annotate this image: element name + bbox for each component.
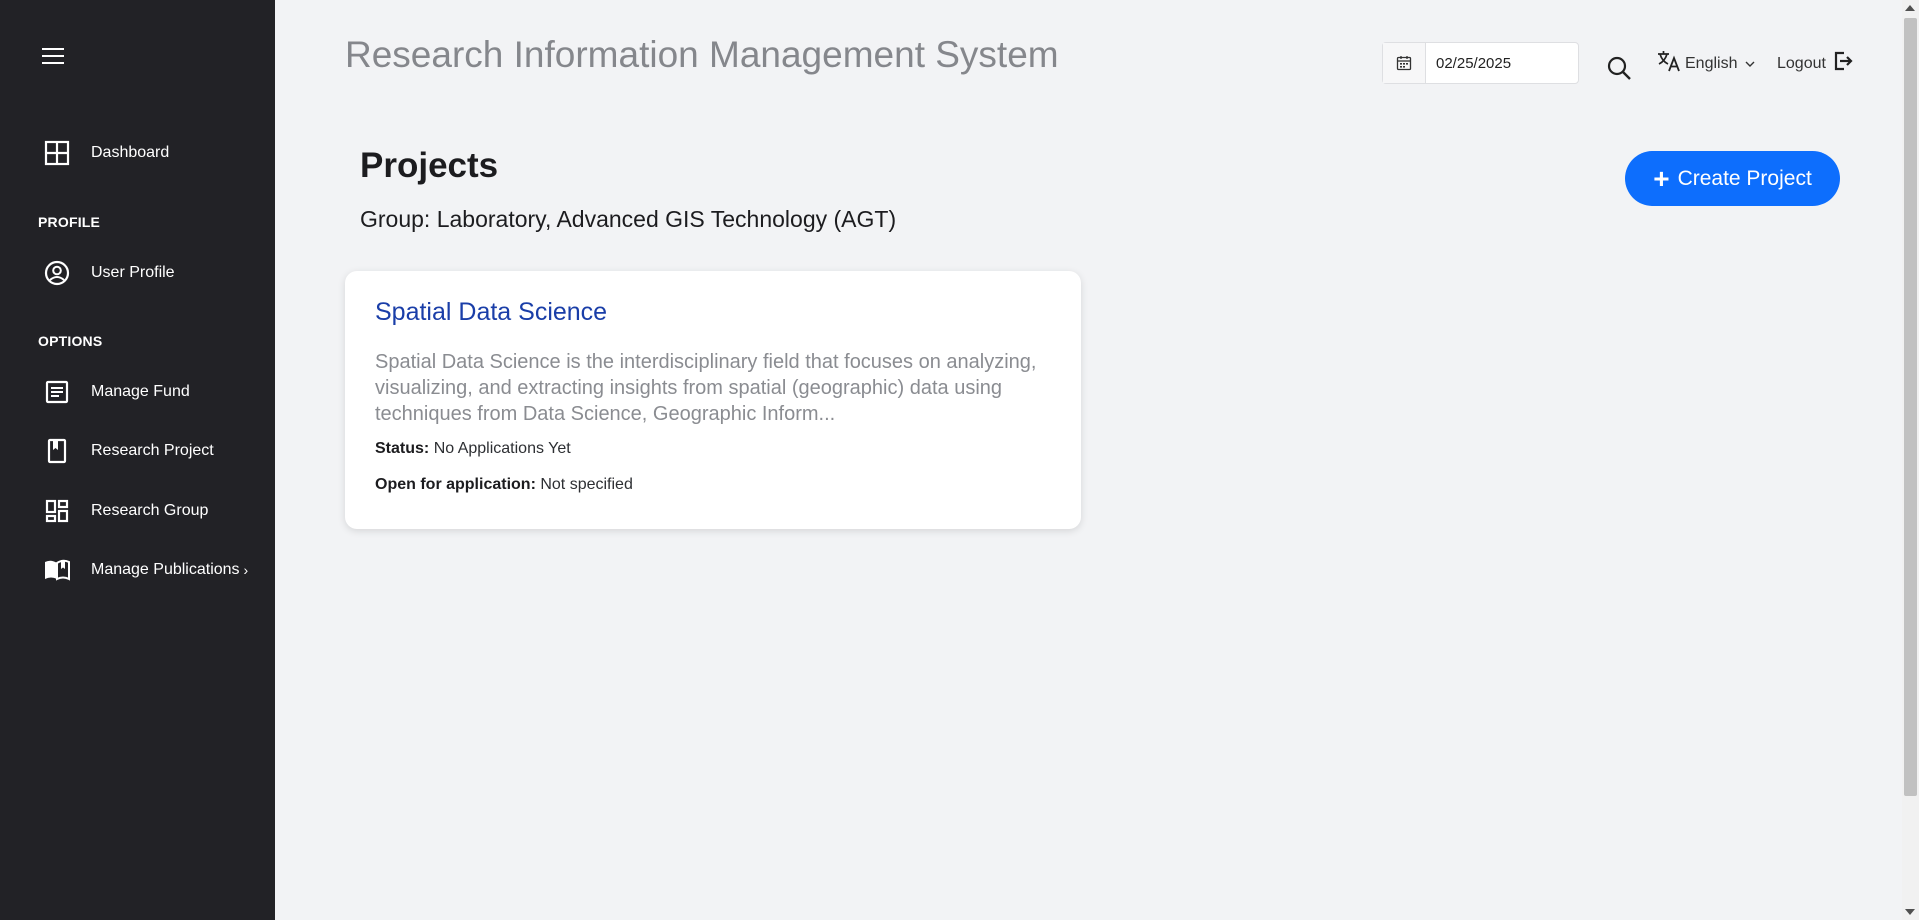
create-project-label: Create Project — [1677, 166, 1812, 190]
project-description: Spatial Data Science is the interdiscipl… — [375, 351, 1037, 425]
sidebar-item-manage-publications[interactable]: Manage Publications › — [42, 553, 248, 587]
group-subtitle: Group: Laboratory, Advanced GIS Technolo… — [360, 206, 897, 232]
chevron-right-icon: › — [243, 562, 249, 578]
user-circle-icon — [42, 258, 72, 288]
section-label-profile: PROFILE — [38, 214, 101, 230]
date-picker[interactable] — [1382, 42, 1579, 84]
page-title: Projects — [360, 146, 499, 185]
open-book-icon — [42, 555, 72, 585]
sidebar-item-dashboard[interactable]: Dashboard — [42, 136, 169, 170]
grid-icon — [42, 138, 72, 168]
scroll-up-arrow-icon[interactable] — [1905, 5, 1915, 11]
sidebar-item-label: Dashboard — [91, 144, 170, 161]
calendar-icon[interactable] — [1383, 43, 1426, 83]
project-open-for-application: Open for application: Not specified — [375, 476, 633, 494]
sidebar-item-research-group[interactable]: Research Group — [42, 494, 208, 528]
language-label: English — [1685, 54, 1738, 72]
scrollbar-thumb[interactable] — [1904, 18, 1917, 796]
open-value: Not specified — [540, 476, 633, 493]
search-icon[interactable] — [1606, 55, 1632, 81]
project-title-link[interactable]: Spatial Data Science — [375, 298, 607, 327]
sidebar-item-label: User Profile — [91, 264, 175, 281]
vertical-scrollbar[interactable] — [1902, 0, 1919, 920]
sidebar-item-research-project[interactable]: Research Project — [42, 434, 214, 468]
sidebar: Dashboard PROFILE User Profile OPTIONS M… — [0, 0, 275, 920]
section-label-options: OPTIONS — [38, 333, 103, 349]
app-title: Research Information Management System — [345, 34, 1059, 75]
logout-icon — [1826, 50, 1854, 77]
sidebar-item-user-profile[interactable]: User Profile — [42, 256, 175, 290]
sidebar-item-label: Manage Fund — [91, 383, 190, 400]
date-input[interactable] — [1426, 43, 1578, 83]
status-label: Status: — [375, 440, 430, 457]
plus-icon: + — [1653, 162, 1670, 194]
document-icon — [42, 377, 72, 407]
sidebar-item-label: Research Group — [91, 502, 209, 519]
sidebar-item-label: Research Project — [91, 442, 214, 459]
logout-label: Logout — [1777, 54, 1826, 72]
language-selector[interactable]: English — [1657, 50, 1755, 77]
logout-button[interactable]: Logout — [1777, 50, 1854, 77]
open-label: Open for application: — [375, 476, 536, 493]
status-value: No Applications Yet — [433, 440, 571, 457]
sidebar-item-manage-fund[interactable]: Manage Fund — [42, 375, 190, 409]
sidebar-item-label: Manage Publications — [91, 561, 240, 578]
hamburger-menu-icon[interactable] — [42, 48, 66, 68]
chevron-down-icon — [1745, 55, 1755, 73]
project-card[interactable]: Spatial Data Science Spatial Data Scienc… — [345, 271, 1081, 529]
create-project-button[interactable]: + Create Project — [1625, 151, 1840, 206]
project-status: Status: No Applications Yet — [375, 440, 571, 458]
translate-icon — [1657, 50, 1681, 77]
scroll-down-arrow-icon[interactable] — [1905, 909, 1915, 915]
dashboard-icon — [42, 496, 72, 526]
bookmark-icon — [42, 436, 72, 466]
